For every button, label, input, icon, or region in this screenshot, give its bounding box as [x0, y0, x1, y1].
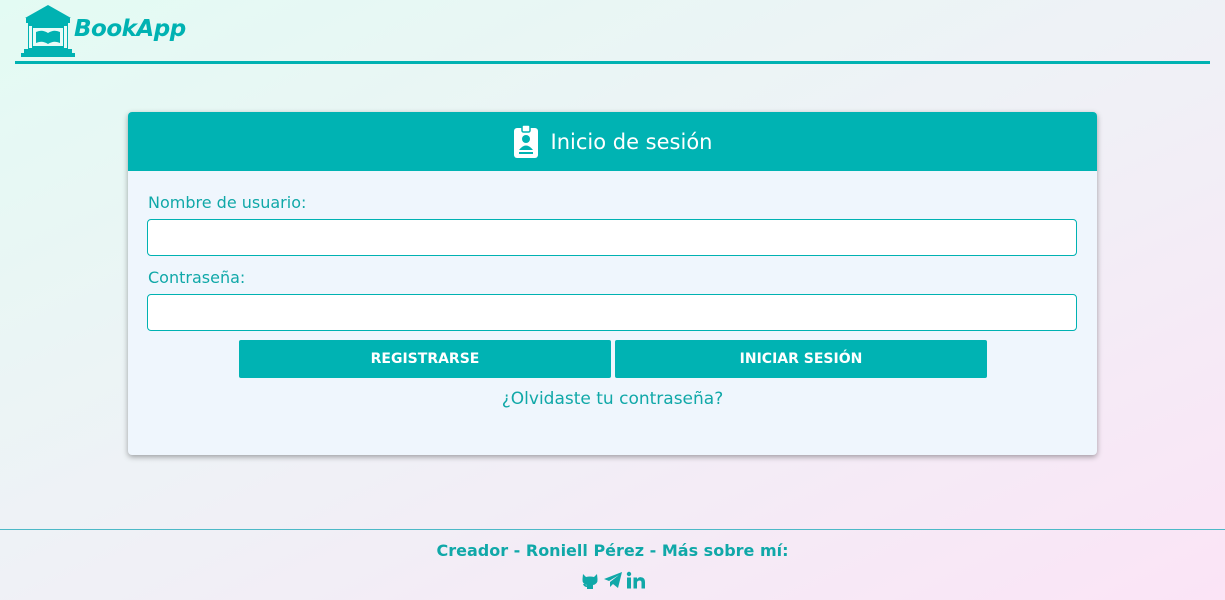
password-input[interactable]: [147, 294, 1077, 331]
username-input[interactable]: [147, 219, 1077, 256]
register-button[interactable]: REGISTRARSE: [239, 340, 611, 378]
telegram-icon[interactable]: [603, 570, 623, 590]
linkedin-icon[interactable]: [626, 570, 646, 590]
github-icon[interactable]: [580, 570, 600, 590]
library-book-icon[interactable]: [19, 4, 77, 58]
id-badge-icon: [513, 124, 539, 159]
login-button[interactable]: INICIAR SESIÓN: [615, 340, 987, 378]
footer-credit: Creador - Roniell Pérez - Más sobre mí:: [436, 541, 789, 560]
login-card-header: Inicio de sesión: [128, 112, 1097, 171]
login-card: Inicio de sesión Nombre de usuario: Cont…: [128, 112, 1097, 455]
password-label: Contraseña:: [148, 268, 246, 287]
brand-name[interactable]: BookApp: [74, 16, 186, 42]
username-label: Nombre de usuario:: [148, 193, 307, 212]
page-footer: Creador - Roniell Pérez - Más sobre mí:: [0, 529, 1225, 600]
login-title: Inicio de sesión: [550, 129, 713, 154]
forgot-password-link[interactable]: ¿Olvidaste tu contraseña?: [128, 389, 1097, 409]
app-header: BookApp: [15, 0, 1210, 64]
social-links: [580, 570, 646, 590]
